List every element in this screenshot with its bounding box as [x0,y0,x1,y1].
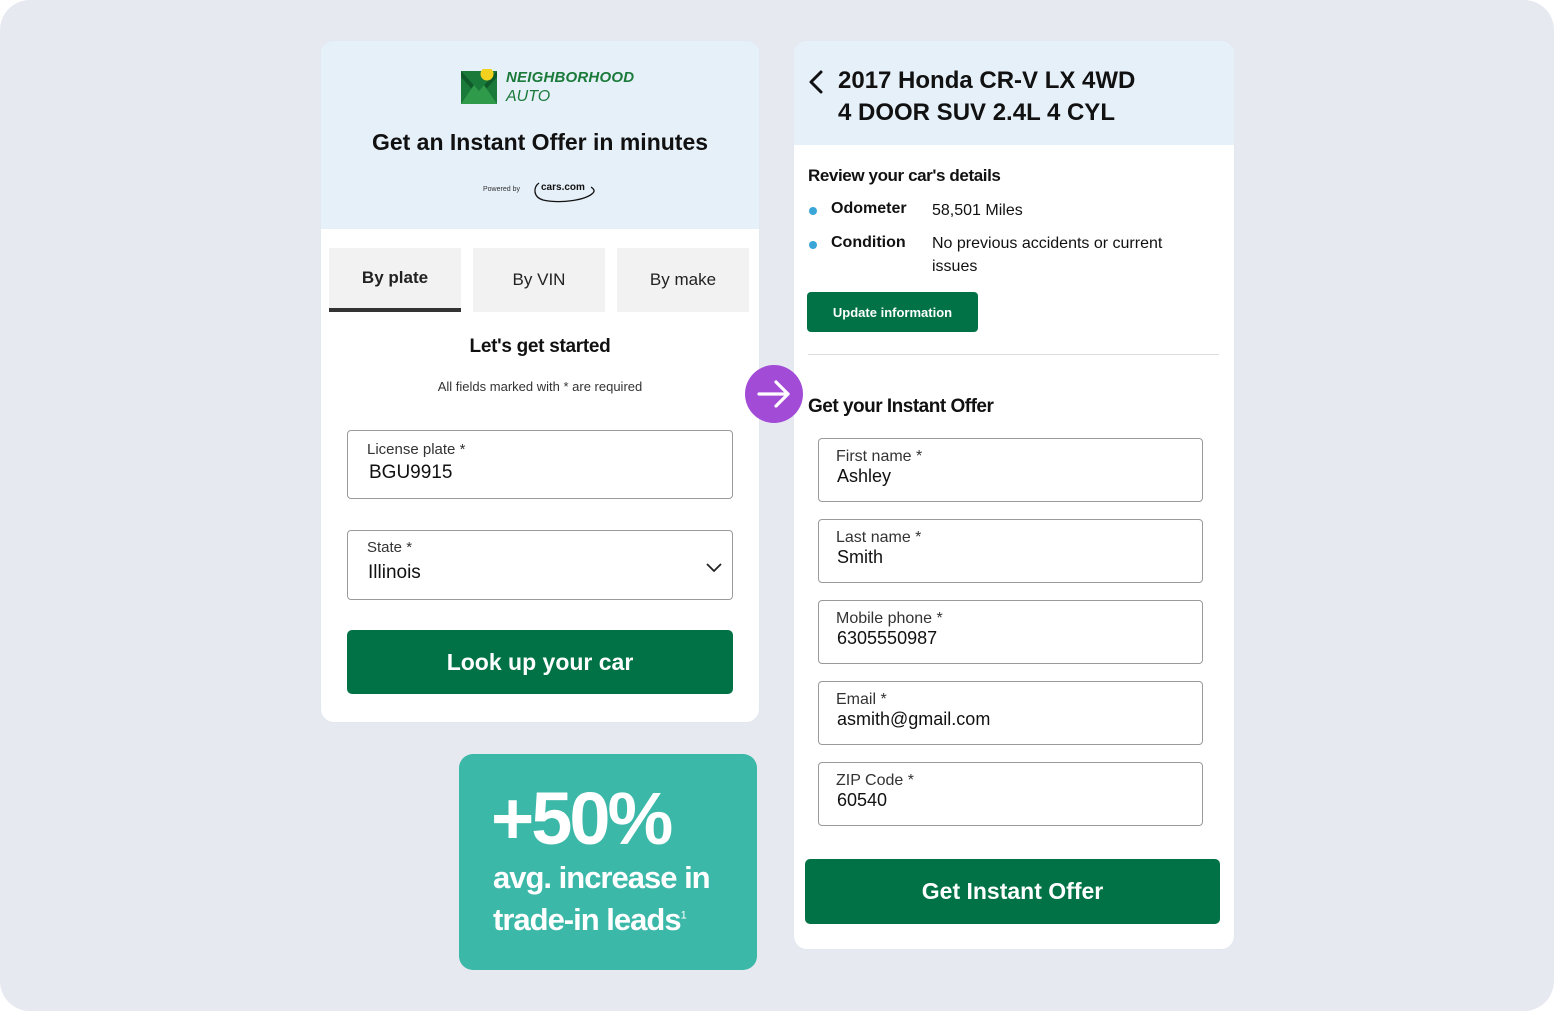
get-instant-offer-label: Get Instant Offer [921,878,1104,904]
powered-by-badge: Powered by cars.com [483,178,603,206]
look-up-car-label: Look up your car [446,648,634,675]
last-name-value: Smith [837,547,884,567]
required-note: All fields marked with * are required [437,379,643,394]
mobile-phone-label: Mobile phone * [836,610,943,627]
offer-title: Get your Instant Offer [808,396,994,417]
review-title: Review your car's details [808,166,1001,185]
email-label: Email * [836,691,887,708]
stat-caption-line-1: avg. increase in [493,860,711,895]
condition-label: Condition [831,234,906,251]
flow-arrow [745,365,803,423]
zip-code-field[interactable]: ZIP Code * 60540 [818,762,1203,826]
section-title: Let's get started [469,336,611,357]
look-up-car-button[interactable]: Look up your car [347,630,733,694]
stat-card: +50% avg. increase in trade-in leads1 [459,754,757,970]
lookup-card: NEIGHBORHOOD AUTO Get an Instant Offer i… [320,40,760,723]
condition-value: No previous accidents or current issues [932,235,1163,275]
first-name-field[interactable]: First name * Ashley [818,438,1203,502]
email-value: asmith@gmail.com [837,709,991,729]
odometer-value: 58,501 Miles [932,202,1023,219]
license-plate-value: BGU9915 [369,462,453,483]
divider [808,354,1219,355]
stat-caption-text: trade-in leads [493,902,682,937]
dealer-logo: NEIGHBORHOOD AUTO [460,69,640,107]
update-information-label: Update information [832,304,953,320]
stat-value: +50% [491,777,673,860]
first-name-label: First name * [836,448,923,465]
car-title-line-2: 4 DOOR SUV 2.4L 4 CYL [838,99,1115,126]
chevron-down-icon [706,563,722,573]
arrow-right-icon [757,380,790,408]
chevron-left-icon[interactable] [806,69,826,95]
tab-label: By make [649,270,717,289]
car-title-line-1: 2017 Honda CR-V LX 4WD [838,67,1136,94]
update-information-button[interactable]: Update information [807,292,978,332]
bullet-icon [809,207,817,215]
mobile-phone-field[interactable]: Mobile phone * 6305550987 [818,600,1203,664]
logo-line-2: AUTO [506,88,551,105]
page-title: Get an Instant Offer in minutes [371,129,709,155]
neighborhood-auto-logo-icon [461,69,497,104]
offer-card-header: 2017 Honda CR-V LX 4WD 4 DOOR SUV 2.4L 4… [794,41,1234,145]
mobile-phone-value: 6305550987 [837,628,938,648]
offer-card: 2017 Honda CR-V LX 4WD 4 DOOR SUV 2.4L 4… [793,40,1235,950]
tab-by-vin[interactable]: By VIN [473,248,605,312]
email-field[interactable]: Email * asmith@gmail.com [818,681,1203,745]
cars-com-logo: cars.com [531,178,597,204]
cars-com-text: cars.com [541,182,585,193]
license-plate-label: License plate * [367,441,466,458]
odometer-label: Odometer [831,200,907,217]
first-name-value: Ashley [837,466,892,486]
tab-label: By VIN [512,270,566,289]
tab-by-plate[interactable]: By plate [329,248,461,312]
lookup-card-header: NEIGHBORHOOD AUTO Get an Instant Offer i… [321,41,759,229]
get-instant-offer-button[interactable]: Get Instant Offer [805,859,1220,924]
logo-line-1: NEIGHBORHOOD [506,69,635,86]
tab-by-make[interactable]: By make [617,248,749,312]
zip-code-value: 60540 [837,790,888,810]
state-label: State * [367,539,413,556]
bullet-icon [809,241,817,249]
tab-label: By plate [361,268,429,287]
zip-code-label: ZIP Code * [836,772,914,789]
stat-footnote: 1 [680,909,687,922]
stat-caption-line-2: trade-in leads1 [493,902,687,938]
state-select[interactable]: State * Illinois [347,530,733,600]
license-plate-field[interactable]: License plate * BGU9915 [347,430,733,499]
last-name-field[interactable]: Last name * Smith [818,519,1203,583]
last-name-label: Last name * [836,529,922,546]
powered-by-label: Powered by [483,186,520,193]
state-value: Illinois [368,562,421,583]
page-background: NEIGHBORHOOD AUTO Get an Instant Offer i… [0,0,1554,1011]
